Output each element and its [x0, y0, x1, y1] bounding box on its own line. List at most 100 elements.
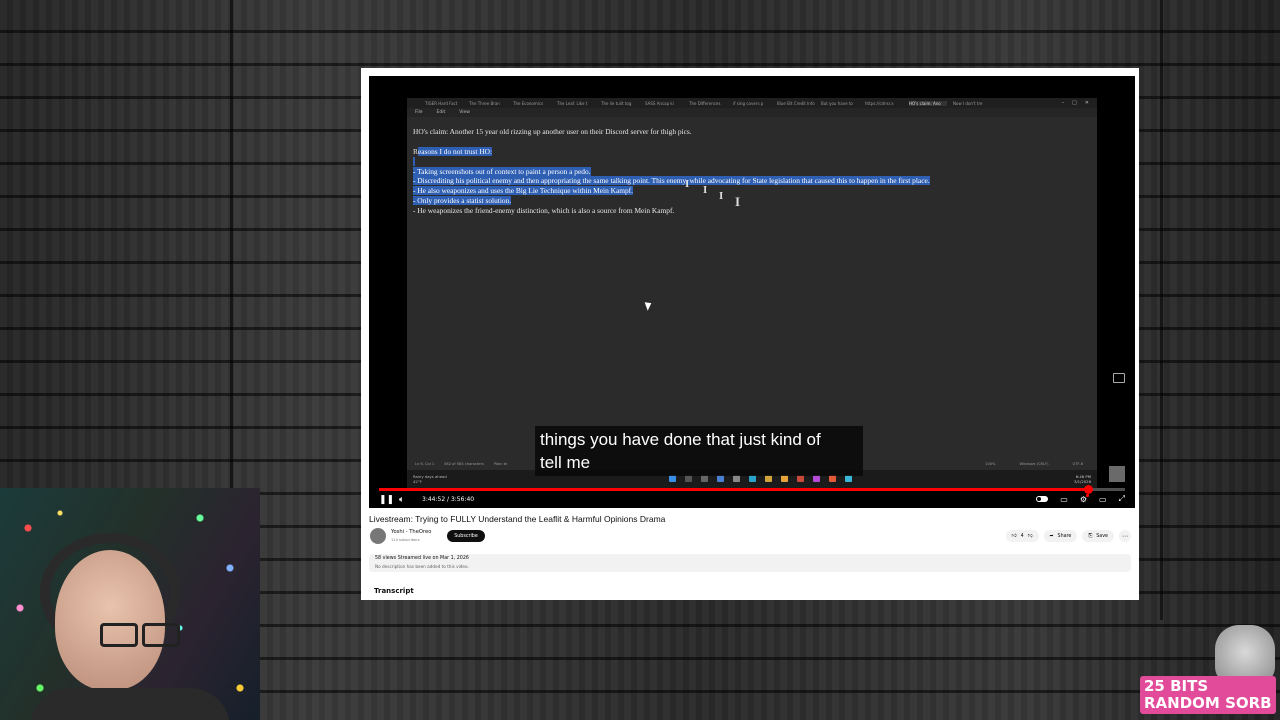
inner-tab-active: HO's claim: Ano [909, 100, 947, 106]
doc-heading: HO's claim: Another 15 year old rizzing … [413, 127, 692, 136]
status-zoom: 100% [985, 462, 996, 466]
video-title: Livestream: Trying to FULLY Understand t… [369, 514, 666, 524]
doc-item-text: - Taking screenshots out of context to p… [413, 166, 591, 176]
doc-item-text: - He weaponizes the friend-enemy distinc… [413, 206, 675, 216]
subscriber-count: 114 subscribers [391, 538, 420, 542]
transcript-heading[interactable]: Transcript [374, 587, 414, 595]
share-icon: ➦ [1049, 533, 1054, 539]
progress-played [379, 488, 1088, 491]
channel-name[interactable]: Yoshi - TheOreo [391, 529, 431, 535]
caption-line-1: things you have done that just kind of [540, 430, 821, 449]
doc-item: - Taking screenshots out of context to p… [413, 166, 930, 177]
reasons-selected: easons I do not trust HO: [417, 146, 493, 156]
channel-watermark[interactable] [1109, 466, 1125, 482]
task-view-icon [701, 475, 708, 482]
video-stats: 58 views Streamed live on Mar 1, 2026 [375, 556, 469, 561]
subscribe-button[interactable]: Subscribe [447, 530, 485, 542]
doc-item: - He weaponizes the friend-enemy distinc… [413, 206, 930, 216]
folder-icon [781, 475, 788, 482]
streamer-head [55, 550, 165, 690]
inner-menu-bar: File Edit View [407, 108, 1097, 117]
edge-icon [749, 475, 756, 482]
theater-mode-icon[interactable]: ▭ [1099, 495, 1107, 504]
volume-icon[interactable]: 🔈︎ [399, 495, 404, 505]
streamer-body [30, 688, 230, 720]
inner-tab: The Three Bran [469, 100, 500, 106]
autoplay-toggle[interactable] [1036, 496, 1049, 502]
inner-tab: Blue Bit Credit Info [777, 100, 815, 106]
closed-caption: things you have done that just kind of t… [535, 426, 863, 476]
bits-amount: 25 BITS [1144, 677, 1209, 695]
bits-alert: 25 BITS RANDOM SORB [1140, 676, 1276, 714]
caption-line-2: tell me [540, 453, 591, 472]
menu-edit: Edit [436, 110, 446, 115]
status-line-ending: Windows (CRLF) [1019, 462, 1049, 466]
glasses [100, 623, 184, 647]
doc-blank: ​ [413, 156, 415, 166]
like-icon[interactable]: 👍︎ [1012, 534, 1017, 539]
inner-tab: The lie tulit tog [601, 100, 632, 106]
inner-tab-bar: TIGER Hard Fact The Three Bran The Econo… [407, 98, 1097, 108]
widgets-icon [717, 475, 724, 482]
text-cursor-icon: I [719, 190, 724, 202]
youtube-window: TIGER Hard Fact The Three Bran The Econo… [361, 68, 1139, 600]
scrubber-handle[interactable] [1083, 485, 1093, 494]
status-chars: 582 of 584 characters [444, 462, 484, 466]
inner-tab: if sing covers p [733, 100, 764, 106]
text-cursor-icon: I [703, 184, 708, 196]
inner-window-controls: – □ ✕ [1062, 100, 1097, 106]
inner-tab: The Differences [689, 100, 721, 106]
inner-tab: SASS Ancap ki [645, 100, 674, 106]
inner-tab: https://cdnsr.x [865, 100, 894, 106]
doc-item-text: - He also weaponizes and uses the Big Li… [413, 186, 633, 196]
notepad-document: HO's claim: Another 15 year old rizzing … [413, 127, 930, 216]
doc-reasons: Reasons I do not trust HO: [413, 146, 930, 157]
inner-tab: The Economics [513, 100, 544, 106]
doc-blank [413, 137, 930, 147]
more-options-icon[interactable]: ⋯ [1119, 530, 1131, 542]
fullscreen-icon[interactable]: ⤢ [1119, 494, 1125, 504]
webcam-feed [0, 488, 260, 720]
time-display: 3:44:52 / 3:56:40 [422, 496, 475, 503]
doc-item: - Only provides a statist solution. [413, 196, 930, 206]
app-icon [797, 475, 804, 482]
status-position: Ln 6, Col 1 [415, 462, 435, 466]
status-encoding: UTF-8 [1072, 462, 1083, 466]
doc-item-text: - Only provides a statist solution. [413, 196, 512, 206]
description-box[interactable]: 58 views Streamed live on Mar 1, 2026 No… [369, 554, 1131, 572]
settings-gear-icon[interactable]: ⚙ [1080, 493, 1090, 504]
chrome-icon [829, 475, 836, 482]
inner-tab: But you have to [821, 100, 853, 106]
bookmark-icon: ⎘ [1088, 534, 1093, 539]
miniplayer-icon[interactable] [1113, 373, 1125, 383]
doc-item: - Discrediting his political enemy and t… [413, 176, 930, 186]
share-button[interactable]: ➦ Share [1043, 530, 1078, 542]
captions-icon[interactable]: ▭ [1060, 495, 1068, 504]
like-dislike-group: 👍︎ 4 👎︎ [1005, 530, 1039, 542]
plank-seam [1160, 0, 1163, 620]
maximize-icon: □ [1072, 100, 1077, 106]
video-player[interactable]: TIGER Hard Fact The Three Bran The Econo… [369, 76, 1135, 508]
settings-icon [733, 475, 740, 482]
inner-tab: The Leaf. Like t [557, 100, 588, 106]
weather-widget: Rainy days ahead 42°F [413, 474, 447, 484]
status-mode: Plain te [493, 462, 508, 466]
pause-icon[interactable]: ❚❚ [379, 495, 394, 505]
search-icon [685, 475, 692, 482]
notepad-icon [845, 475, 852, 482]
video-actions: 👍︎ 4 👎︎ ➦ Share ⎘ Save ⋯ [1005, 530, 1131, 542]
progress-bar[interactable] [379, 485, 1125, 494]
channel-avatar[interactable] [370, 528, 386, 544]
explorer-icon [765, 475, 772, 482]
inner-tab: TIGER Hard Fact [425, 100, 458, 106]
player-controls: ❚❚ 🔈︎ 3:44:52 / 3:56:40 ▭ ⚙ ▭ ⤢ [369, 493, 1135, 508]
save-button[interactable]: ⎘ Save [1082, 530, 1114, 542]
player-controls-right: ▭ ⚙ ▭ ⤢ [1036, 493, 1125, 504]
dislike-icon[interactable]: 👎︎ [1028, 534, 1033, 539]
start-icon [669, 475, 676, 482]
taskbar-clock: 6:46 PM 3/1/2026 [1073, 474, 1091, 484]
inner-tab: Now I don't tre [953, 100, 983, 106]
menu-view: View [459, 110, 470, 115]
app-icon [813, 475, 820, 482]
text-cursor-icon: I [685, 178, 690, 190]
